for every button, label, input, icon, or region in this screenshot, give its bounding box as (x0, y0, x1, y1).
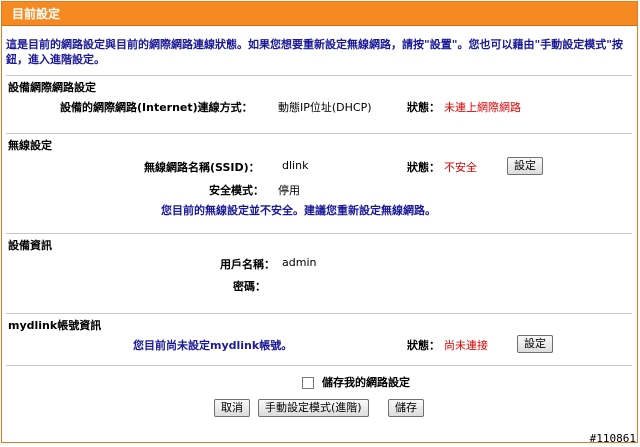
save-network-label: 儲存我的網路設定 (322, 376, 410, 389)
wireless-warning: 您目前的無線設定並不安全。建議您重新設定無線網路。 (161, 204, 436, 217)
connection-type-label: 設備的網際網路(Internet)連線方式： (60, 101, 253, 114)
connection-type-value: 動態IP位址(DHCP) (278, 101, 372, 114)
watermark-text: #110861 (589, 432, 636, 445)
mydlink-note: 您目前尚未設定mydlink帳號。 (133, 339, 293, 352)
manual-setup-button[interactable]: 手動設定模式(進階) (258, 399, 369, 417)
internet-section-title: 設備網際網路設定 (8, 81, 96, 94)
username-value: admin (282, 256, 317, 269)
wireless-status-value: 不安全 (444, 161, 477, 174)
save-button[interactable]: 儲存 (388, 399, 424, 417)
device-section: 設備資訊 (6, 233, 632, 303)
device-section-title: 設備資訊 (8, 239, 52, 252)
security-mode-label: 安全模式： (209, 184, 264, 197)
ssid-value: dlink (282, 159, 309, 172)
wireless-status-label: 狀態： (407, 161, 440, 174)
internet-status-label: 狀態： (407, 101, 440, 114)
ssid-label: 無線網路名稱(SSID)： (144, 161, 260, 174)
security-mode-value: 停用 (278, 184, 300, 197)
intro-text: 這是目前的網路設定與目前的網際網路連線狀態。如果您想要重新設定無線網路，請按"設… (6, 38, 623, 66)
username-label: 用戶名稱： (220, 258, 275, 271)
divider (6, 365, 632, 366)
mydlink-status-label: 狀態： (407, 339, 440, 352)
internet-status-value: 未連上網際網路 (444, 101, 521, 114)
wireless-section-title: 無線設定 (8, 139, 52, 152)
mydlink-setup-button[interactable]: 設定 (517, 335, 553, 353)
cancel-button[interactable]: 取消 (214, 399, 250, 417)
save-network-checkbox[interactable] (302, 377, 314, 389)
mydlink-section-title: mydlink帳號資訊 (8, 319, 102, 332)
password-label: 密碼： (233, 280, 266, 293)
panel-title: 目前設定 (2, 2, 637, 26)
wireless-setup-button[interactable]: 設定 (507, 157, 543, 175)
mydlink-status-value: 尚未連接 (444, 339, 488, 352)
